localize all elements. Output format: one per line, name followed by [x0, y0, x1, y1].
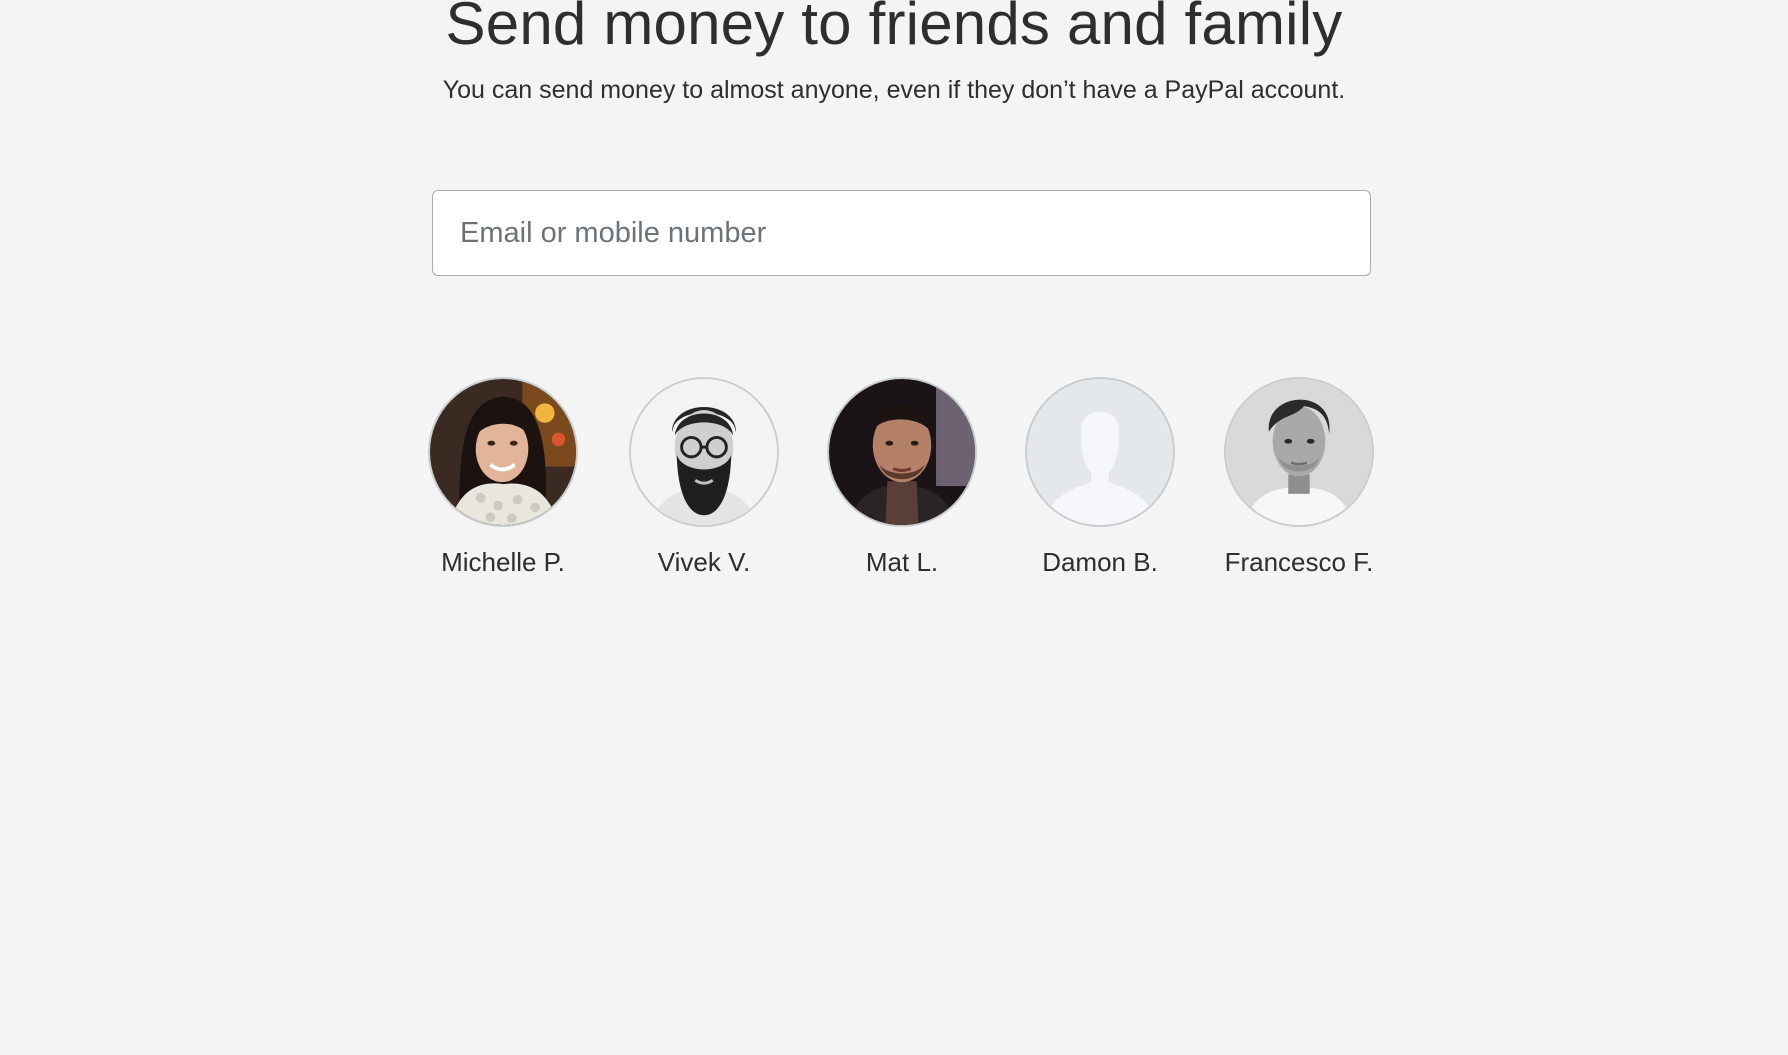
send-money-page: Send money to friends and family You can…	[0, 0, 1788, 1055]
contact-mat-l[interactable]: Mat L.	[802, 377, 1002, 578]
contact-name: Mat L.	[865, 547, 939, 577]
avatar-photo-vivek	[631, 379, 777, 525]
avatar	[428, 377, 578, 527]
contact-damon-b[interactable]: Damon B.	[1000, 377, 1200, 578]
contact-name: Vivek V.	[657, 547, 751, 577]
page-subtitle: You can send money to almost anyone, eve…	[442, 76, 1346, 104]
avatar-photo-francesco	[1226, 379, 1372, 525]
contact-francesco-f[interactable]: Francesco F.	[1199, 377, 1399, 578]
contact-name: Damon B.	[1042, 547, 1158, 577]
recent-contacts-list: Michelle P. Vivek V. Mat L. Damon B. Fra…	[0, 377, 1788, 587]
avatar	[1025, 377, 1175, 527]
page-title: Send money to friends and family	[445, 0, 1343, 57]
contact-vivek-v[interactable]: Vivek V.	[604, 377, 804, 578]
avatar	[1224, 377, 1374, 527]
avatar	[827, 377, 977, 527]
contact-michelle-p[interactable]: Michelle P.	[403, 377, 603, 578]
avatar	[629, 377, 779, 527]
contact-name: Francesco F.	[1224, 547, 1374, 577]
recipient-input[interactable]	[432, 190, 1371, 276]
default-avatar-icon	[1027, 379, 1173, 525]
avatar-photo-michelle	[430, 379, 576, 525]
avatar-photo-mat	[829, 379, 975, 525]
contact-name: Michelle P.	[441, 547, 565, 577]
